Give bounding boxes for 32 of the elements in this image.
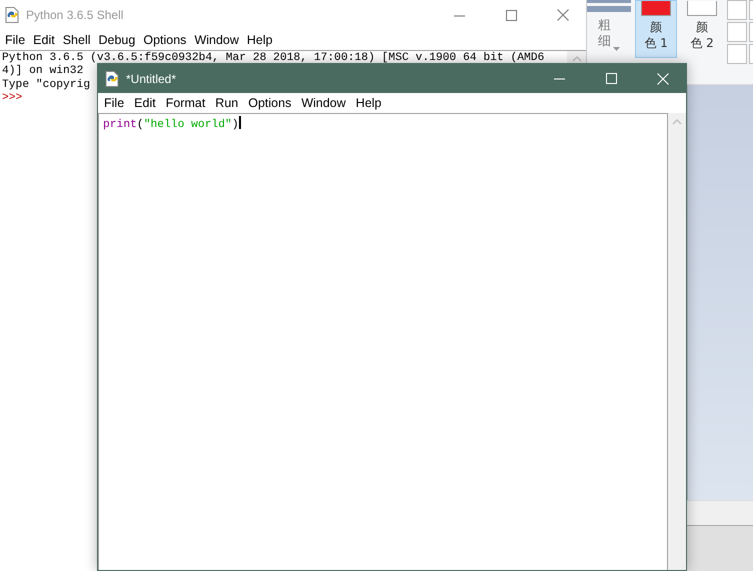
menu-item[interactable]: Edit	[130, 96, 160, 110]
menu-item[interactable]: Window	[190, 32, 243, 46]
menu-item[interactable]: Options	[139, 32, 190, 46]
window-title: Python 3.6.5 Shell	[26, 8, 124, 22]
menu-item[interactable]: Run	[211, 96, 242, 110]
title-bar[interactable]: *Untitled*	[98, 64, 686, 93]
menu-item[interactable]: Format	[162, 96, 210, 110]
python-file-icon	[105, 70, 120, 86]
line-width-icon[interactable]	[587, 0, 631, 12]
color-button[interactable]: 颜色 2	[681, 0, 723, 58]
window-title: *Untitled*	[126, 72, 178, 86]
scroll-up-icon[interactable]	[672, 118, 682, 125]
caret-icon	[613, 46, 620, 50]
menu-item[interactable]: Options	[244, 96, 296, 110]
menu-item[interactable]: File	[1, 32, 30, 46]
menu-item[interactable]: Debug	[94, 32, 140, 46]
text-cursor	[238, 116, 241, 129]
menu-item[interactable]: Help	[352, 96, 386, 110]
output-line: Python 3.6.5 (v3.6.5:f59c0932b4, Mar 28 2018, 17:00:18) [MSC v.1900 64 bit (AMD6	[2, 52, 544, 64]
scroll-up-icon[interactable]	[572, 55, 582, 62]
shell-prompt: >>>	[2, 92, 22, 106]
output-line: Type "copyrig	[2, 78, 90, 92]
code-line: print("hello world")	[103, 118, 239, 132]
color-button[interactable]: 颜色 1	[635, 0, 677, 58]
menu-item[interactable]: Help	[242, 32, 277, 46]
menu-item[interactable]: File	[100, 96, 128, 110]
menu-item[interactable]: Window	[297, 96, 350, 110]
menu-item[interactable]: Shell	[58, 32, 94, 46]
size-button[interactable]: 粗细	[598, 18, 620, 50]
output-line: 4)] on win32	[2, 65, 84, 78]
python-file-icon	[5, 7, 20, 23]
menu-item[interactable]: Edit	[29, 32, 59, 46]
